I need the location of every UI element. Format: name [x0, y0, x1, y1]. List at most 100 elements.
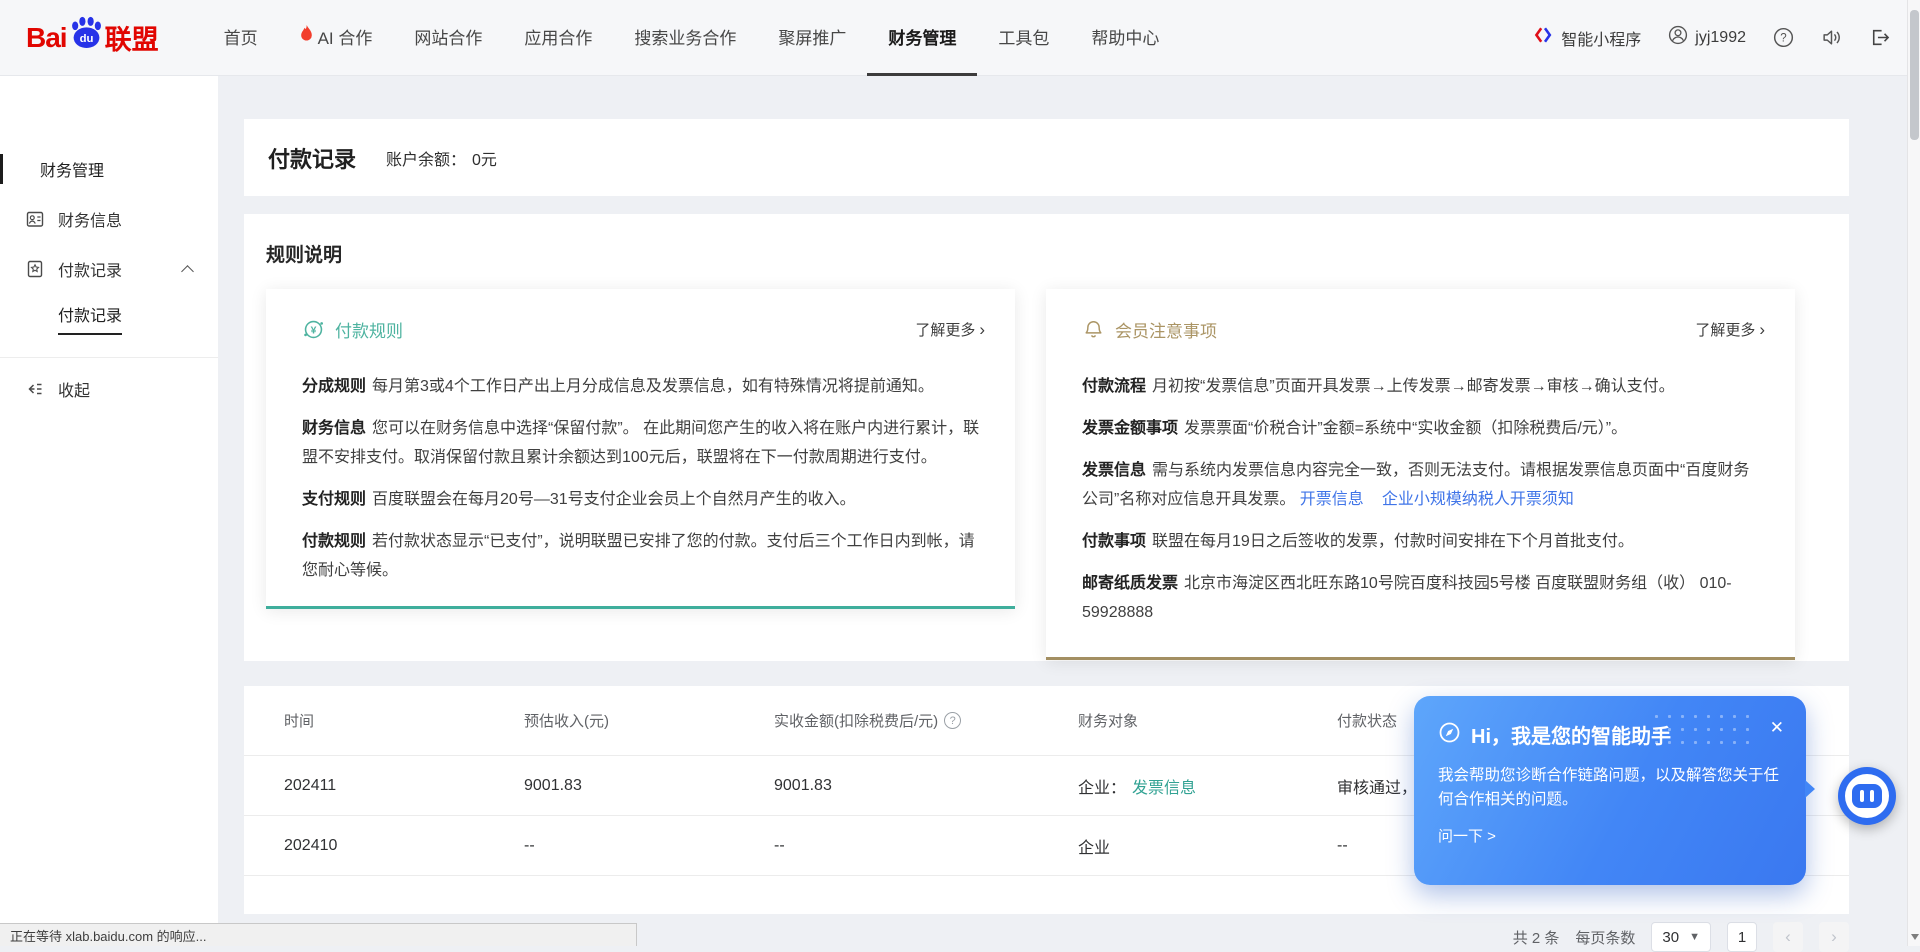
nav-item-label: 搜索业务合作 [634, 24, 736, 49]
invoice-info-table-link[interactable]: 发票信息 [1132, 774, 1196, 798]
smart-miniapp-entry[interactable]: 智能小程序 [1534, 25, 1641, 50]
rule-label: 财务信息 [302, 420, 366, 437]
rule-item-finance-info: 财务信息您可以在财务信息中选择“保留付款”。 在此期间您产生的收入将在账户内进行… [302, 414, 985, 472]
baidu-union-logo[interactable]: Bai du 联盟 [26, 16, 159, 60]
compass-icon [1438, 721, 1461, 749]
sidebar-item-payment-record[interactable]: 付款记录 [0, 252, 218, 286]
sound-icon[interactable] [1821, 27, 1842, 48]
collapse-icon [25, 379, 45, 399]
nav-item-ai[interactable]: AI 合作 [279, 0, 394, 76]
miniapp-label: 智能小程序 [1561, 26, 1641, 50]
chevron-down-icon: ▼ [1689, 931, 1700, 943]
col-actual-amount: 实收金额(扣除税费后/元) ? [774, 710, 1078, 731]
invoice-info-link[interactable]: 开票信息 [1300, 491, 1364, 508]
member-notes-title: 会员注意事项 [1115, 317, 1217, 342]
nav-item-label: 工具包 [998, 24, 1049, 49]
balance-value: 0元 [472, 152, 497, 169]
nav-item-screen-promo[interactable]: 聚屏推广 [757, 0, 867, 76]
close-icon[interactable]: ✕ [1770, 718, 1784, 738]
rule-label: 发票信息 [1082, 462, 1146, 479]
rule-label: 分成规则 [302, 378, 366, 395]
rule-text: 发票票面“价税合计”金额=系统中“实收金额（扣除税费后/元）”。 [1184, 420, 1627, 437]
assistant-popup: Hi，我是您的智能助手 ✕ 我会帮助您诊断合作链路问题，以及解答您关于任何合作相… [1414, 696, 1806, 885]
payment-rules-more-link[interactable]: 了解更多› [915, 319, 985, 340]
cell-time: 202411 [284, 777, 524, 795]
per-page-value: 30 [1662, 929, 1679, 946]
user-account[interactable]: jyj1992 [1668, 25, 1746, 50]
balance-label: 账户余额： [386, 152, 466, 169]
nav-item-label: 聚屏推广 [778, 24, 846, 49]
nav-item-label: 应用合作 [524, 24, 592, 49]
assistant-robot-button[interactable] [1838, 767, 1896, 825]
finance-info-icon [25, 209, 45, 229]
rule-text: 若付款状态显示“已支付”，说明联盟已安排了您的付款。支付后三个工作日内到帐，请您… [302, 533, 975, 579]
small-taxpayer-guide-link[interactable]: 企业小规模纳税人开票须知 [1382, 491, 1574, 508]
username-label: jyj1992 [1695, 29, 1746, 47]
nav-item-label: 帮助中心 [1091, 24, 1159, 49]
cell-actual: -- [774, 837, 1078, 855]
rules-panel: 规则说明 ¥ 付款规则 了解更多› [244, 214, 1849, 661]
logout-icon[interactable] [1869, 27, 1890, 48]
rule-item-share: 分成规则每月第3或4个工作日产出上月分成信息及发票信息，如有特殊情况将提前通知。 [302, 372, 985, 401]
rule-label: 付款事项 [1082, 533, 1146, 550]
chevron-right-icon: › [979, 321, 985, 338]
browser-status-bar: 正在等待 xlab.baidu.com 的响应... [0, 923, 637, 946]
nav-item-label: 网站合作 [414, 24, 482, 49]
scrollbar-down-arrow[interactable] [1911, 934, 1919, 940]
sidebar-collapse-button[interactable]: 收起 [0, 372, 218, 406]
rule-label: 发票金额事项 [1082, 420, 1178, 437]
rules-cards: ¥ 付款规则 了解更多› 分成规则每月第3或4个工作日产出上月分成信息及发票信息… [266, 289, 1827, 660]
sidebar-section-finance-management[interactable]: 财务管理 [0, 152, 218, 186]
cell-time: 202410 [284, 837, 524, 855]
assistant-header: Hi，我是您的智能助手 [1438, 720, 1782, 749]
prev-page-button[interactable]: ‹ [1773, 922, 1803, 952]
nav-item-label: 财务管理 [888, 24, 956, 49]
nav-menu: 首页 AI 合作 网站合作 应用合作 搜索业务合作 聚屏推广 财务管理 工具包 … [203, 0, 1181, 76]
per-page-select[interactable]: 30 ▼ [1651, 922, 1711, 952]
top-nav: Bai du 联盟 首页 AI 合作 网站合作 应用合作 搜索业务合作 聚屏推广… [0, 0, 1920, 76]
nav-item-home[interactable]: 首页 [203, 0, 279, 76]
nav-item-finance[interactable]: 财务管理 [867, 0, 977, 76]
sidebar-item-finance-info[interactable]: 财务信息 [0, 202, 218, 236]
help-icon[interactable]: ? [1773, 27, 1794, 48]
scrollbar-thumb[interactable] [1910, 10, 1919, 140]
assistant-title: Hi，我是您的智能助手 [1471, 720, 1671, 749]
page-header-panel: 付款记录 账户余额： 0元 [244, 119, 1849, 196]
logo-bai-text: Bai [26, 22, 67, 54]
sidebar-item-label: 付款记录 [58, 257, 122, 281]
rule-label: 付款规则 [302, 533, 366, 550]
next-page-button[interactable]: › [1819, 922, 1849, 952]
rule-item-payment-flow: 付款流程月初按“发票信息”页面开具发票→上传发票→邮寄发票→审核→确认支付。 [1082, 372, 1765, 401]
flame-icon [300, 25, 313, 47]
nav-item-label: 首页 [224, 24, 258, 49]
collapse-label: 收起 [58, 377, 90, 401]
pagination-total: 共 2 条 [1513, 927, 1560, 948]
status-text: 正在等待 xlab.baidu.com 的响应... [10, 926, 207, 945]
member-notes-more-link[interactable]: 了解更多› [1695, 319, 1765, 340]
nav-item-search-biz[interactable]: 搜索业务合作 [613, 0, 757, 76]
cell-estimated: -- [524, 837, 774, 855]
nav-item-app[interactable]: 应用合作 [503, 0, 613, 76]
page-number-1[interactable]: 1 [1727, 922, 1757, 952]
col-actual-label: 实收金额(扣除税费后/元) [774, 710, 938, 731]
chevron-right-icon: › [1759, 321, 1765, 338]
nav-item-help-center[interactable]: 帮助中心 [1070, 0, 1180, 76]
rule-item-mail-invoice: 邮寄纸质发票北京市海淀区西北旺东路10号院百度科技园5号楼 百度联盟财务组（收）… [1082, 569, 1765, 627]
vertical-scrollbar[interactable] [1907, 0, 1920, 946]
nav-item-website[interactable]: 网站合作 [393, 0, 503, 76]
sidebar-subitem-payment-record[interactable]: 付款记录 [0, 301, 218, 335]
ask-now-link[interactable]: 问一下 > [1438, 825, 1782, 846]
entity-label: 企业： [1078, 774, 1126, 798]
page-title: 付款记录 [268, 142, 356, 174]
baidu-paw-icon: du [68, 16, 104, 54]
question-circle-icon[interactable]: ? [944, 712, 961, 729]
nav-item-label: AI 合作 [318, 24, 373, 49]
payment-rules-card: ¥ 付款规则 了解更多› 分成规则每月第3或4个工作日产出上月分成信息及发票信息… [266, 289, 1015, 609]
rule-label: 支付规则 [302, 491, 366, 508]
sidebar-item-label: 财务信息 [58, 207, 122, 231]
robot-face-icon [1845, 774, 1889, 818]
rule-item-pay-rule: 支付规则百度联盟会在每月20号—31号支付企业会员上个自然月产生的收入。 [302, 485, 985, 514]
rule-item-invoice-amount: 发票金额事项发票票面“价税合计”金额=系统中“实收金额（扣除税费后/元）”。 [1082, 414, 1765, 443]
chevron-up-icon[interactable] [181, 265, 194, 278]
nav-item-toolkit[interactable]: 工具包 [977, 0, 1070, 76]
